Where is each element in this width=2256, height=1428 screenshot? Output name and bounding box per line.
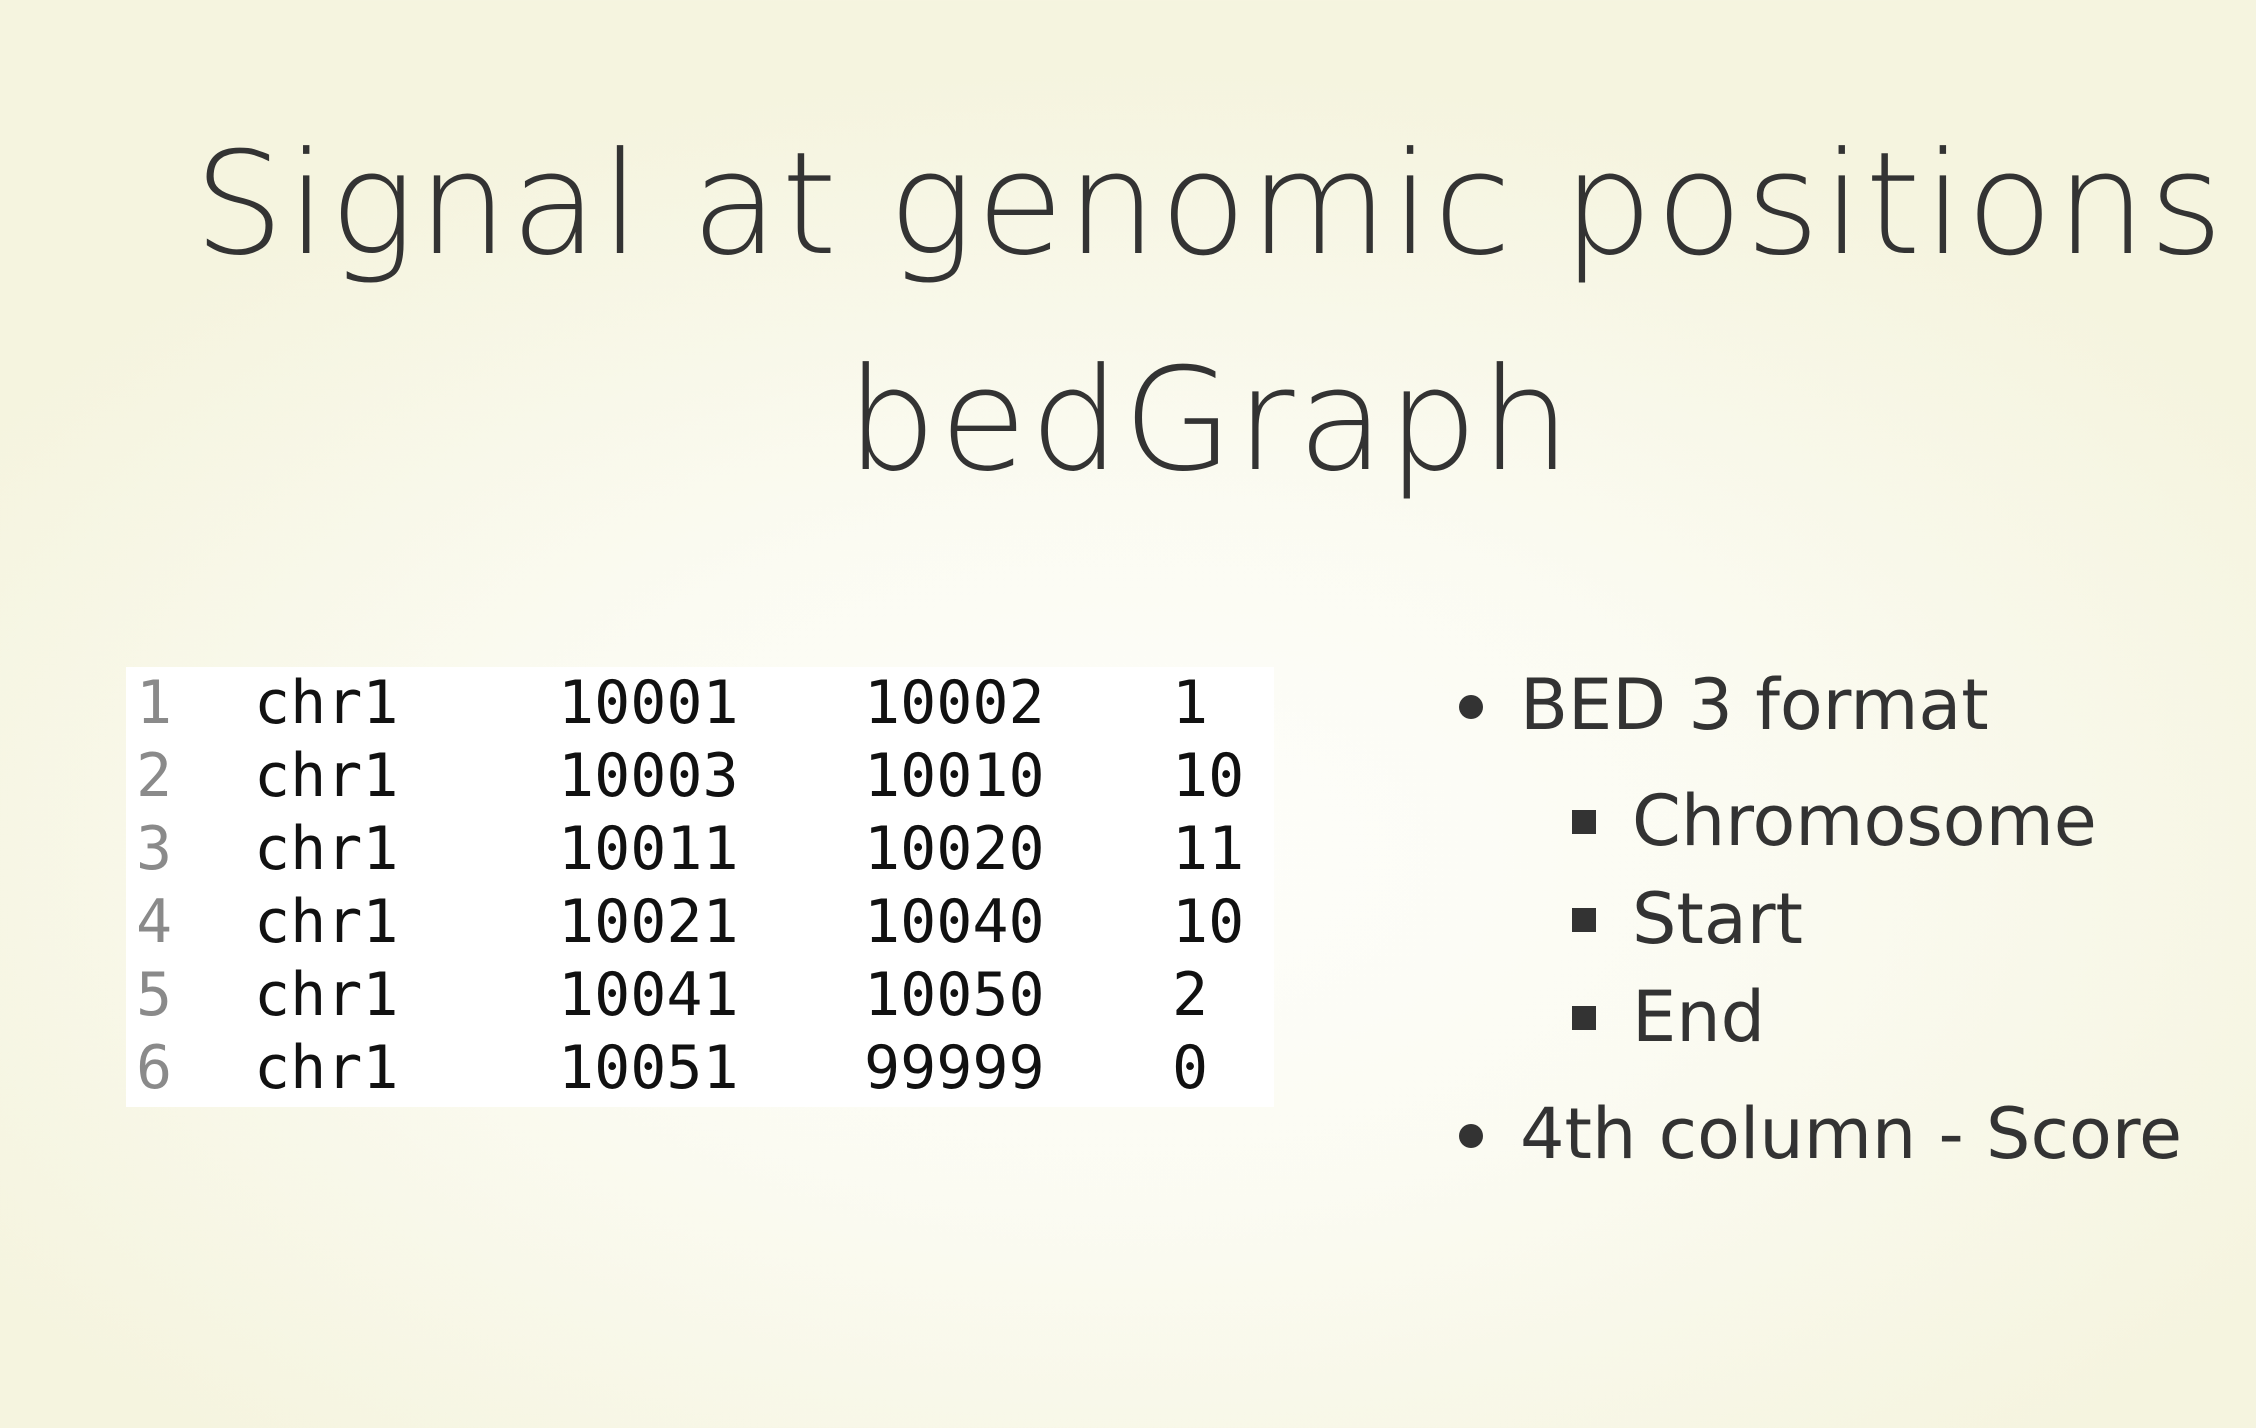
slide-title: Signal at genomic positions	[193, 122, 2227, 287]
bullet-disc-icon	[1459, 1124, 1483, 1148]
score-cell: 0	[1172, 1033, 1209, 1103]
start-cell: 10011	[558, 814, 739, 884]
sub-bullet-text: Chromosome	[1632, 780, 2097, 862]
start-cell: 10001	[558, 668, 739, 738]
score-cell: 2	[1172, 960, 1209, 1030]
code-row: 3 chr1 10011 10020 11	[126, 813, 1274, 886]
chrom-cell: chr1	[254, 814, 399, 884]
start-cell: 10021	[558, 887, 739, 957]
line-number: 4	[136, 887, 173, 957]
start-cell: 10041	[558, 960, 739, 1030]
score-cell: 1	[1172, 668, 1209, 738]
start-cell: 10051	[558, 1033, 739, 1103]
line-number: 6	[136, 1033, 173, 1103]
score-cell: 11	[1172, 814, 1245, 884]
end-cell: 10010	[864, 741, 1045, 811]
line-number: 2	[136, 741, 173, 811]
chrom-cell: chr1	[254, 887, 399, 957]
bullet-square-icon	[1572, 908, 1596, 932]
bullet-text: BED 3 format	[1520, 664, 1989, 746]
code-row: 6 chr1 10051 99999 0	[126, 1032, 1274, 1105]
code-row: 5 chr1 10041 10050 2	[126, 959, 1274, 1032]
score-cell: 10	[1172, 741, 1245, 811]
bedgraph-code-sample: 1 chr1 10001 10002 1 2 chr1 10003 10010 …	[126, 667, 1274, 1107]
code-row: 2 chr1 10003 10010 10	[126, 740, 1274, 813]
bullet-disc-icon	[1459, 695, 1483, 719]
slide: Signal at genomic positions bedGraph 1 c…	[0, 0, 2256, 1428]
line-number: 5	[136, 960, 173, 1030]
end-cell: 99999	[864, 1033, 1045, 1103]
line-number: 3	[136, 814, 173, 884]
sub-bullet-text: End	[1632, 976, 1766, 1058]
bullet-square-icon	[1572, 1006, 1596, 1030]
end-cell: 10020	[864, 814, 1045, 884]
score-cell: 10	[1172, 887, 1245, 957]
code-row: 1 chr1 10001 10002 1	[126, 667, 1274, 740]
bullet-text: 4th column - Score	[1520, 1093, 2183, 1175]
chrom-cell: chr1	[254, 1033, 399, 1103]
start-cell: 10003	[558, 741, 739, 811]
chrom-cell: chr1	[254, 668, 399, 738]
chrom-cell: chr1	[254, 741, 399, 811]
line-number: 1	[136, 668, 173, 738]
bullet-square-icon	[1572, 810, 1596, 834]
chrom-cell: chr1	[254, 960, 399, 1030]
sub-bullet-text: Start	[1632, 878, 1804, 960]
end-cell: 10050	[864, 960, 1045, 1030]
slide-subtitle: bedGraph	[846, 338, 1574, 503]
code-row: 4 chr1 10021 10040 10	[126, 886, 1274, 959]
end-cell: 10002	[864, 668, 1045, 738]
end-cell: 10040	[864, 887, 1045, 957]
